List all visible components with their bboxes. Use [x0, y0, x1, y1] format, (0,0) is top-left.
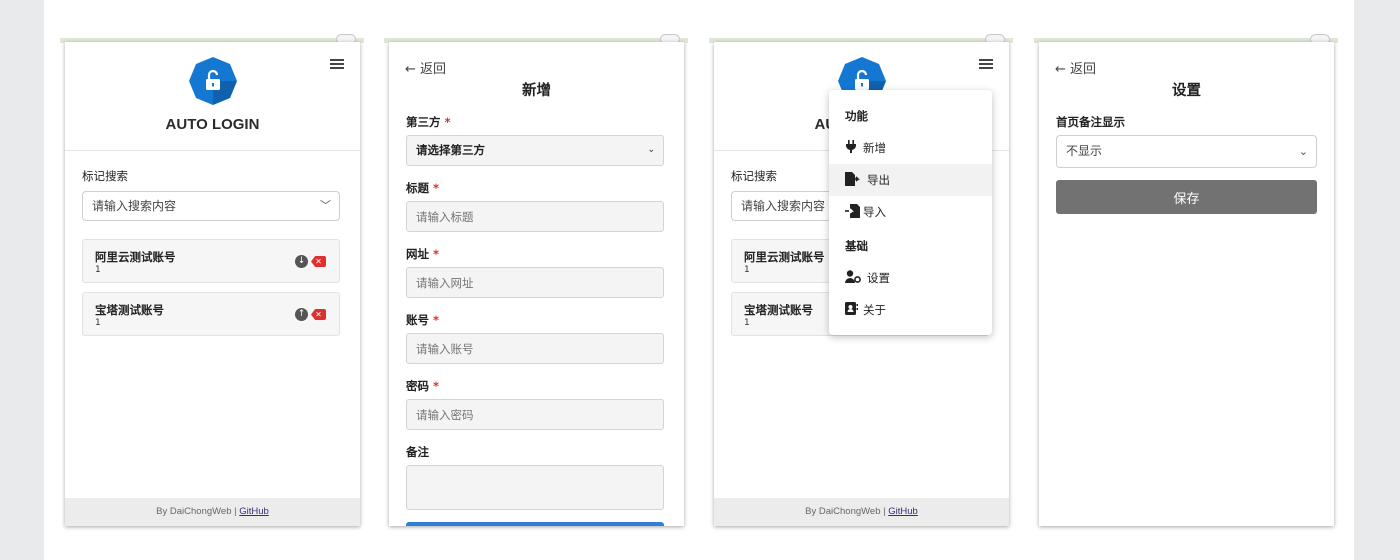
- user-gear-icon: [845, 270, 861, 284]
- address-card-icon: [845, 302, 859, 316]
- menu-item-settings[interactable]: 设置: [829, 262, 992, 294]
- required-mark: *: [433, 181, 440, 195]
- add-panel: ← 返回 新增 第三方 * 请选择第三方 ⌄ 标题 * 网址 * 账号 * 密码…: [389, 42, 684, 526]
- file-import-icon: [845, 204, 860, 218]
- plug-icon: [845, 140, 859, 154]
- footer: By DaiChongWeb | GitHub: [714, 498, 1009, 526]
- required-mark: *: [433, 313, 440, 327]
- password-label-text: 密码: [406, 379, 429, 393]
- search-label: 标记搜索: [82, 169, 128, 183]
- delete-icon[interactable]: ✕: [311, 309, 326, 320]
- chevron-down-icon: ⌄: [647, 145, 655, 155]
- note-display-value: 不显示: [1066, 144, 1103, 158]
- menu-item-label: 设置: [867, 271, 890, 285]
- note-label: 备注: [406, 445, 429, 459]
- note-textarea[interactable]: [406, 465, 664, 510]
- required-mark: *: [433, 247, 440, 261]
- menu-item-label: 新增: [863, 141, 886, 155]
- required-mark: *: [433, 379, 440, 393]
- app-title: AUTO LOGIN: [165, 116, 260, 133]
- settings-panel: ← 返回 设置 首页备注显示 不显示 ⌄ 保存: [1039, 42, 1334, 526]
- account-title: 宝塔测试账号: [95, 303, 164, 317]
- third-party-label-text: 第三方: [406, 115, 441, 129]
- menu-item-about[interactable]: 关于: [829, 294, 992, 326]
- third-party-value: 请选择第三方: [416, 143, 485, 157]
- note-display-select[interactable]: 不显示 ⌄: [1056, 135, 1317, 168]
- footer: By DaiChongWeb | GitHub: [65, 498, 360, 526]
- menu-section-basic: 基础: [845, 239, 868, 253]
- submit-button-edge[interactable]: [406, 522, 664, 526]
- github-link[interactable]: GitHub: [239, 506, 269, 517]
- url-input[interactable]: [406, 267, 664, 298]
- account-item[interactable]: 阿里云测试账号 1 ↓ ✕: [82, 239, 340, 283]
- account-note: 1: [95, 318, 101, 328]
- search-select[interactable]: 请输入搜索内容 ﹀: [82, 191, 340, 221]
- footer-by: By DaiChongWeb |: [805, 506, 889, 517]
- chevron-down-icon: ﹀: [320, 199, 331, 212]
- logo: [65, 56, 360, 110]
- required-mark: *: [444, 115, 451, 129]
- note-display-label: 首页备注显示: [1056, 115, 1125, 129]
- account-note: 1: [95, 265, 101, 275]
- account-title: 阿里云测试账号: [744, 250, 825, 264]
- title-label-text: 标题: [406, 181, 429, 195]
- file-export-icon: [845, 172, 860, 186]
- account-title: 阿里云测试账号: [95, 250, 176, 264]
- header-divider: [65, 150, 360, 151]
- github-link[interactable]: GitHub: [888, 506, 918, 517]
- unlock-logo-icon: [188, 57, 237, 105]
- url-label: 网址 *: [406, 246, 439, 262]
- page-title: 新增: [522, 83, 551, 99]
- third-party-select[interactable]: 请选择第三方 ⌄: [406, 135, 664, 166]
- search-placeholder: 请输入搜索内容: [92, 199, 177, 213]
- menu-item-import[interactable]: 导入: [829, 196, 992, 228]
- account-note: 1: [744, 265, 750, 275]
- account-input[interactable]: [406, 333, 664, 364]
- menu-item-export[interactable]: 导出: [829, 164, 992, 196]
- back-button[interactable]: ← 返回: [1055, 58, 1096, 77]
- search-placeholder: 请输入搜索内容: [741, 199, 826, 213]
- page-title: 设置: [1172, 83, 1201, 99]
- menu-section-functions: 功能: [845, 109, 868, 123]
- password-input[interactable]: [406, 399, 664, 430]
- title-label: 标题 *: [406, 180, 439, 196]
- account-item[interactable]: 宝塔测试账号 1 ↑ ✕: [82, 292, 340, 336]
- password-label: 密码 *: [406, 378, 439, 394]
- arrow-up-circle-icon[interactable]: ↑: [295, 308, 308, 321]
- chevron-down-icon: ⌄: [1298, 145, 1308, 158]
- url-label-text: 网址: [406, 247, 429, 261]
- third-party-label: 第三方 *: [406, 114, 451, 130]
- account-label: 账号 *: [406, 312, 439, 328]
- footer-by: By DaiChongWeb |: [156, 506, 240, 517]
- home-panel: AUTO LOGIN 标记搜索 请输入搜索内容 ﹀ 阿里云测试账号 1 ↓ ✕ …: [65, 42, 360, 526]
- save-button[interactable]: 保存: [1056, 180, 1317, 214]
- menu-item-label: 导入: [863, 205, 886, 219]
- function-menu: 功能 新增 导出 导入 基础 设置 关于: [829, 90, 992, 335]
- menu-item-label: 关于: [863, 303, 886, 317]
- account-note: 1: [744, 318, 750, 328]
- back-button[interactable]: ← 返回: [405, 58, 446, 77]
- search-label: 标记搜索: [731, 169, 777, 183]
- account-title: 宝塔测试账号: [744, 303, 813, 317]
- menu-item-label: 导出: [867, 173, 890, 187]
- menu-item-new[interactable]: 新增: [829, 132, 992, 164]
- arrow-down-circle-icon[interactable]: ↓: [295, 255, 308, 268]
- account-label-text: 账号: [406, 313, 429, 327]
- title-input[interactable]: [406, 201, 664, 232]
- delete-icon[interactable]: ✕: [311, 256, 326, 267]
